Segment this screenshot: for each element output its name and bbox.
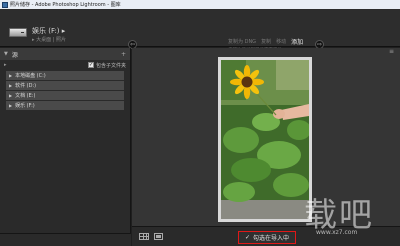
sidebar-item-drive-c[interactable]: ▶ 本地磁盘 (C:) — [6, 71, 124, 80]
sidebar-item-drive-f[interactable]: ▶ 娱乐 (F:) — [6, 101, 124, 110]
checkbox-icon[interactable]: ✓ — [87, 62, 94, 68]
mode-move[interactable]: 移动 — [276, 38, 286, 45]
folder-label: 文档 (E:) — [15, 92, 36, 99]
expand-all-triangle-icon[interactable]: ▸ — [4, 62, 7, 68]
window-title-bar: 照片储存 - Adobe Photoshop Lightroom - 图库 — [0, 0, 400, 9]
check-icon: ✓ — [244, 234, 250, 241]
mode-add[interactable]: 添加 — [291, 37, 303, 46]
sidebar-item-drive-d[interactable]: ▶ 软件 (D:) — [6, 81, 124, 90]
photo-grid: ≡ — [132, 48, 400, 226]
grid-menu-icon[interactable]: ≡ — [389, 48, 394, 55]
include-subfolders-label: 包含子文件夹 — [95, 62, 126, 69]
collapse-triangle-icon[interactable]: ▼ — [4, 51, 8, 57]
sidebar-item-drive-e[interactable]: ▶ 文档 (E:) — [6, 91, 124, 100]
mode-copy-dng[interactable]: 复制为 DNG — [228, 38, 256, 45]
grid-toolbar: ✓ 勾选在导入中 — [132, 226, 400, 246]
folder-toolbar: ▸ ✓ 包含子文件夹 — [0, 60, 130, 70]
import-header: 娱乐 (F:) ▸ ▸ 大桌面 | 照片 ⇦ 复制为 DNG 复制 移动 添加 … — [0, 9, 400, 53]
app-icon — [2, 1, 8, 8]
source-path: ▸ 大桌面 | 照片 — [32, 37, 66, 43]
sunflower-photo — [221, 60, 309, 219]
source-panel-title: 源 — [11, 51, 18, 59]
expand-triangle-icon[interactable]: ▶ — [9, 83, 12, 88]
expand-triangle-icon[interactable]: ▶ — [9, 73, 12, 78]
folder-label: 本地磁盘 (C:) — [15, 72, 46, 79]
folder-list: ▶ 本地磁盘 (C:) ▶ 软件 (D:) ▶ 文档 (E:) ▶ 娱乐 (F:… — [0, 70, 130, 110]
include-subfolders-checkbox[interactable]: ✓ 包含子文件夹 — [87, 62, 126, 69]
checked-in-import-label: 勾选在导入中 — [253, 235, 290, 242]
folder-label: 软件 (D:) — [15, 82, 37, 89]
source-panel-header[interactable]: ▼ 源 + — [0, 48, 130, 60]
mode-copy[interactable]: 复制 — [261, 38, 271, 45]
source-panel: ▼ 源 + ▸ ✓ 包含子文件夹 ▶ 本地磁盘 (C:) ▶ 软件 (D:) ▶… — [0, 48, 131, 233]
checked-in-import-button[interactable]: ✓ 勾选在导入中 — [238, 231, 296, 244]
window-title: 照片储存 - Adobe Photoshop Lightroom - 图库 — [10, 2, 121, 8]
expand-triangle-icon[interactable]: ▶ — [9, 103, 12, 108]
add-source-icon[interactable]: + — [121, 51, 126, 58]
grid-view-icon[interactable] — [139, 233, 149, 240]
hard-drive-icon[interactable] — [9, 28, 27, 37]
source-panel-footer — [0, 233, 131, 246]
folder-label: 娱乐 (F:) — [15, 102, 35, 109]
photo-thumbnail[interactable] — [218, 57, 312, 222]
expand-triangle-icon[interactable]: ▶ — [9, 93, 12, 98]
loupe-view-icon[interactable] — [154, 233, 163, 240]
source-name[interactable]: 娱乐 (F:) ▸ — [32, 26, 65, 36]
